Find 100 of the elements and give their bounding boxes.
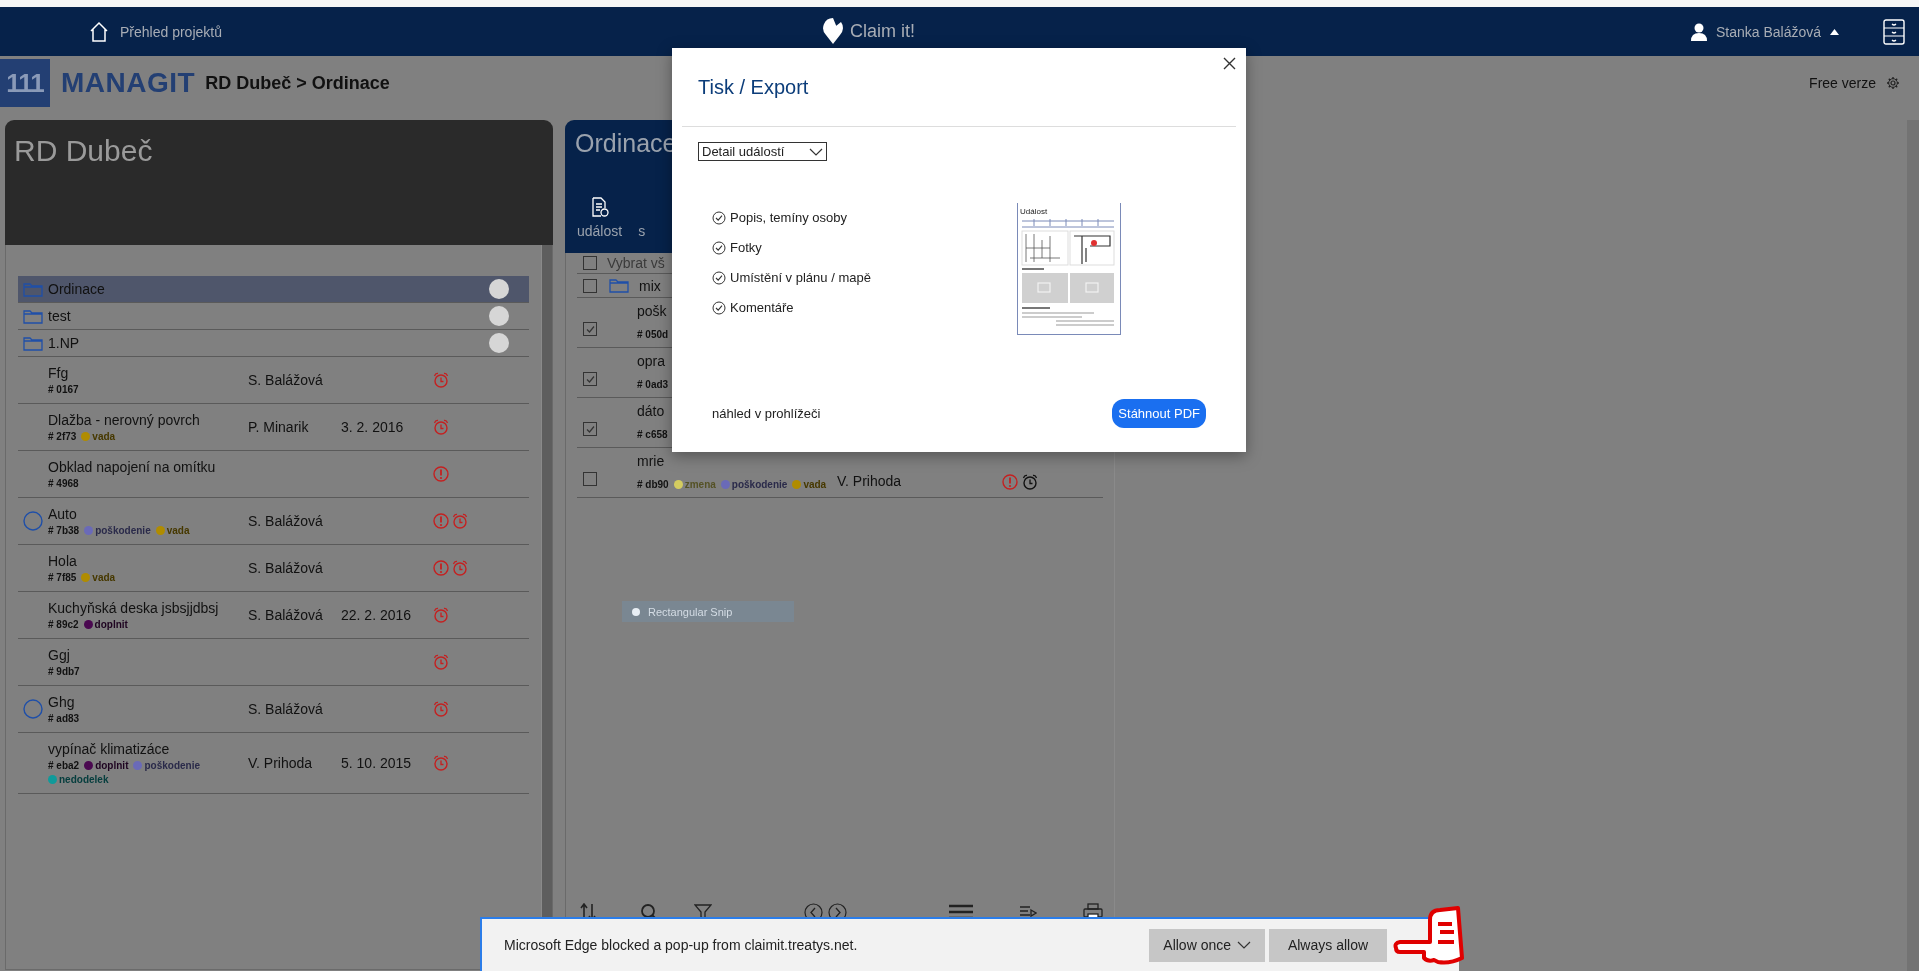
checkbox[interactable] <box>583 322 597 336</box>
assignee: S. Balážová <box>248 560 323 576</box>
checkbox[interactable] <box>583 472 597 486</box>
filter-icon[interactable] <box>694 904 712 920</box>
folder-icon <box>23 308 43 324</box>
allow-button[interactable]: Always allow <box>1269 928 1387 962</box>
event-title: Obklad napojení na omítku <box>48 459 216 475</box>
event-row[interactable]: Auto # 7b38 poškodenie vada S. Balážová <box>18 498 529 545</box>
checkbox[interactable] <box>583 372 597 386</box>
folder-icon <box>23 335 43 351</box>
settings-icon[interactable] <box>1886 76 1900 90</box>
event-code: # 7f85 <box>48 572 77 583</box>
tag-label: zmena <box>684 479 716 490</box>
event-code: # 050d <box>637 329 669 340</box>
event-title: dáto <box>637 403 665 419</box>
chevron-icon <box>809 147 823 156</box>
checkbox[interactable] <box>583 278 597 293</box>
document-plus-icon <box>590 197 609 217</box>
event-row[interactable]: Ggj # 9db7 <box>18 639 529 686</box>
tag-label: nedodelek <box>59 774 109 785</box>
assignee: S. Balážová <box>248 701 323 717</box>
pointing-hand-icon <box>1392 904 1464 966</box>
event-row[interactable]: vypínač klimatizáce # eba2 doplnit poškodenie nedodelek V. Prihoda 5. 10. 2015 <box>18 733 529 794</box>
tag-label: vada <box>92 572 116 583</box>
event-code: # eba2 <box>48 760 80 771</box>
circle-icon <box>489 279 509 299</box>
folder-row[interactable]: test <box>18 303 529 330</box>
close-icon <box>1223 57 1236 70</box>
chevron-icon <box>1237 941 1251 949</box>
checkbox[interactable] <box>583 422 597 436</box>
breadcrumb: RD Dubeč > Ordinace <box>205 72 390 94</box>
event-title: mrie <box>637 453 665 469</box>
event-row[interactable]: Ffg # 0167 S. Balážová <box>18 357 529 404</box>
section-option[interactable]: Popis, temíny osoby <box>712 210 1012 225</box>
event-row[interactable]: Kuchyňská deska jsbsjjdbsj # 89c2 doplnit S. Balážová 22. 2. 2016 <box>18 592 529 639</box>
event-code: # 89c2 <box>48 619 79 630</box>
event-code: # db90 <box>637 479 669 490</box>
dialog-title: Tisk / Export <box>698 76 809 100</box>
assignee: V. Prihoda <box>248 755 313 771</box>
download-pdf-button[interactable]: Stáhnout PDF <box>1112 399 1206 428</box>
event-date: 5. 10. 2015 <box>341 755 412 771</box>
event-row[interactable]: Ghg # ad83 S. Balážová <box>18 686 529 733</box>
home-icon <box>88 20 110 43</box>
dot-icon <box>632 607 640 616</box>
event-code: # 4968 <box>48 478 79 489</box>
folder-row[interactable]: Ordinace <box>18 276 529 303</box>
event-title: Ghg <box>48 694 75 710</box>
tag-label: doplnit <box>95 760 129 771</box>
assignee: V. Prihoda <box>837 473 902 489</box>
event-title: Dlažba - nerovný povrch <box>48 412 200 428</box>
app-name: Claim it! <box>850 20 915 42</box>
event-date: 22. 2. 2016 <box>341 607 412 623</box>
event-code: # c658 <box>637 429 668 440</box>
event-code: # 0ad3 <box>637 379 669 390</box>
folder-icon <box>609 278 629 293</box>
toolbar-button[interactable]: s <box>630 197 654 239</box>
home-link[interactable]: Přehled projektů <box>88 20 222 43</box>
panel-title: Ordinace <box>574 128 678 159</box>
event-code: # 7b38 <box>48 525 80 536</box>
allow-button[interactable]: Allow once <box>1149 928 1265 962</box>
tag-label: poškodenie <box>731 479 788 490</box>
event-title: opra <box>637 353 666 369</box>
event-date: 3. 2. 2016 <box>341 419 404 435</box>
folder-icon <box>23 281 43 297</box>
event-code: # 2f73 <box>48 431 77 442</box>
circle-icon <box>489 333 509 353</box>
preview-link[interactable]: náhled v prohlížeči <box>712 406 821 421</box>
folder-row[interactable]: 1.NP <box>18 330 529 357</box>
event-row[interactable]: Hola # 7f85 vada S. Balážová <box>18 545 529 592</box>
assignee: S. Balážová <box>248 372 323 388</box>
export-icon[interactable] <box>1019 904 1037 920</box>
logo-mark: 111 <box>0 59 50 107</box>
event-title: pošk <box>637 303 667 319</box>
section-option[interactable]: Umístění v plánu / mapě <box>712 270 1012 285</box>
panel-title: RD Dubeč <box>13 133 154 169</box>
assignee: S. Balážová <box>248 513 323 529</box>
assignee: S. Balážová <box>248 607 323 623</box>
section-option[interactable]: Komentáře <box>712 300 1012 315</box>
section-option[interactable]: Fotky <box>712 240 1012 255</box>
event-row[interactable]: Dlažba - nerovný povrch # 2f73 vada P. Minarik 3. 2. 2016 <box>18 404 529 451</box>
popup-blocked-message: Microsoft Edge blocked a pop-up from claimit.treatys.net. <box>504 937 858 953</box>
cabinet-icon[interactable] <box>1883 18 1905 45</box>
template-dropdown[interactable]: Detail událostí <box>698 142 827 161</box>
close-button[interactable] <box>1221 55 1238 72</box>
event-row[interactable]: Obklad napojení na omítku # 4968 <box>18 451 529 498</box>
tag-label: vada <box>166 525 190 536</box>
toolbar-button[interactable]: událost <box>569 197 631 239</box>
select-all-label: Vybrat vš <box>607 255 665 271</box>
logo-text: MANAGIT <box>61 67 196 99</box>
circle-icon <box>489 306 509 326</box>
checkbox[interactable] <box>583 256 597 270</box>
snip-tooltip: Rectangular Snip <box>622 601 794 622</box>
event-title: Ggj <box>48 647 70 663</box>
tag-label: poškodenie <box>144 760 201 771</box>
user-icon <box>1690 22 1707 41</box>
event-title: Kuchyňská deska jsbsjjdbsj <box>48 600 219 616</box>
user-menu[interactable]: Stanka Balážová <box>1690 22 1839 41</box>
tag-label: poškodenie <box>95 525 151 536</box>
preview-heading: Událost <box>1020 207 1049 216</box>
plan-label: Free verze <box>1809 75 1876 91</box>
